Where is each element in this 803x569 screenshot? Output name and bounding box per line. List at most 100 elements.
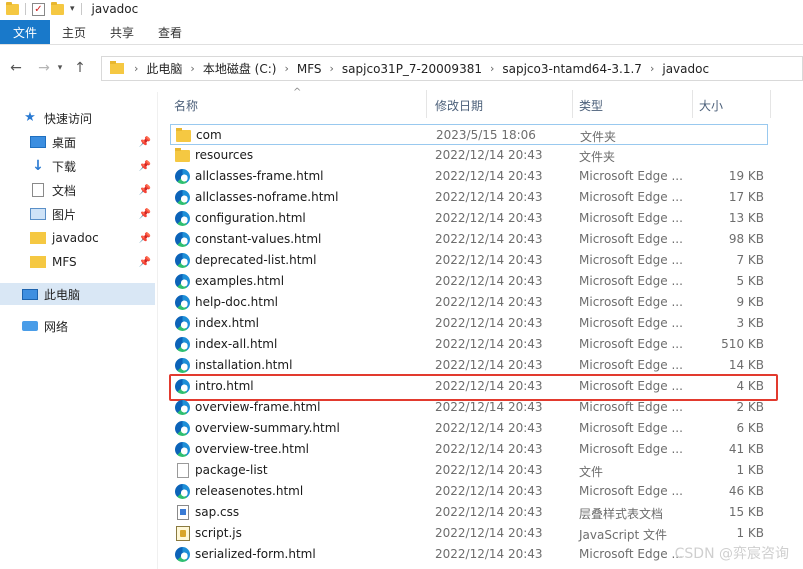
chevron-right-icon[interactable]: › [190,62,194,75]
sidebar-item-mfs[interactable]: MFS 📌 [0,251,155,273]
folder-icon [176,128,191,142]
column-divider[interactable] [572,90,573,118]
chevron-down-icon[interactable]: ▾ [54,63,66,73]
file-row[interactable]: installation.html 2022/12/14 20:43 Microso… [170,355,768,376]
breadcrumb-mfs[interactable]: MFS [297,62,322,76]
file-row[interactable]: overview-frame.html 2022/12/14 20:43 Micro… [170,397,768,418]
tab-share[interactable]: 共享 [98,20,146,44]
sort-ascending-icon: ^ [293,87,302,98]
file-type: Microsoft Edge ... [579,295,683,309]
file-size: 5 KB [736,274,764,288]
file-row[interactable]: sap.css 2022/12/14 20:43 层叠样式表文档 15 KB [170,502,768,523]
column-size[interactable]: 大小 [699,97,723,114]
column-divider[interactable] [426,90,427,118]
file-row[interactable]: overview-summary.html 2022/12/14 20:43 Mic… [170,418,768,439]
file-name: overview-frame.html [195,400,321,414]
js-file-icon [176,526,190,541]
chevron-right-icon[interactable]: › [134,62,138,75]
chevron-right-icon[interactable]: › [490,62,494,75]
folder-icon [110,61,124,74]
file-row[interactable]: package-list 2022/12/14 20:43 文件 1 KB [170,460,768,481]
file-size: 1 KB [736,463,764,477]
file-size: 14 KB [728,358,764,372]
file-name: installation.html [195,358,293,372]
arrow-left-icon[interactable]: ← [6,60,26,76]
sidebar-item-documents[interactable]: 文档 📌 [0,179,155,201]
pin-icon[interactable]: 📌 [139,257,151,268]
file-row[interactable]: index.html 2022/12/14 20:43 Microsoft Edge… [170,313,768,334]
pin-icon[interactable]: 📌 [139,209,151,220]
file-row[interactable]: allclasses-noframe.html 2022/12/14 20:43 M… [170,187,768,208]
arrow-right-icon[interactable]: → [34,60,54,76]
column-date-modified[interactable]: 修改日期 [435,97,483,114]
file-row[interactable]: examples.html 2022/12/14 20:43 Microsoft E… [170,271,768,292]
sidebar-item-this-pc[interactable]: 此电脑 [0,283,155,305]
file-row[interactable]: allclasses-frame.html 2022/12/14 20:43 Mic… [170,166,768,187]
new-folder-icon[interactable] [51,1,64,15]
edge-icon [175,253,190,268]
file-date: 2022/12/14 20:43 [435,295,543,309]
chevron-right-icon[interactable]: › [650,62,654,75]
file-row[interactable]: deprecated-list.html 2022/12/14 20:43 Micr… [170,250,768,271]
sidebar-item-downloads[interactable]: ↓ 下载 📌 [0,155,155,177]
quick-access-dropdown-icon[interactable]: ▾ [70,4,75,14]
pin-icon[interactable]: 📌 [139,137,151,148]
file-date: 2022/12/14 20:43 [435,190,543,204]
column-divider[interactable] [692,90,693,118]
file-row[interactable]: resources 2022/12/14 20:43 文件夹 [170,145,768,166]
arrow-up-icon[interactable]: ↑ [70,60,90,76]
file-type: Microsoft Edge ... [579,190,683,204]
column-divider[interactable] [770,90,771,118]
file-row[interactable]: overview-tree.html 2022/12/14 20:43 Micros… [170,439,768,460]
column-name[interactable]: 名称 [174,97,198,114]
file-row[interactable]: releasenotes.html 2022/12/14 20:43 Microso… [170,481,768,502]
edge-icon [175,421,190,436]
sidebar-item-quick-access[interactable]: ★ 快速访问 [0,107,155,129]
sidebar-item-javadoc[interactable]: javadoc 📌 [0,227,155,249]
file-row[interactable]: constant-values.html 2022/12/14 20:43 Micr… [170,229,768,250]
breadcrumb-sapjco31p[interactable]: sapjco31P_7-20009381 [342,62,482,76]
file-type: Microsoft Edge ... [579,547,683,561]
breadcrumb-this-pc[interactable]: 此电脑 [146,60,182,77]
breadcrumb-javadoc[interactable]: javadoc [662,62,709,76]
file-icon [177,463,189,478]
computer-icon [22,288,38,300]
properties-check-icon[interactable]: ✓ [32,2,45,16]
chevron-right-icon[interactable]: › [330,62,334,75]
sidebar-item-network[interactable]: 网络 [0,315,155,337]
sidebar-item-desktop[interactable]: 桌面 📌 [0,131,155,153]
file-size: 2 KB [736,400,764,414]
pin-icon[interactable]: 📌 [139,161,151,172]
pin-icon[interactable]: 📌 [139,233,151,244]
tab-home[interactable]: 主页 [50,20,98,44]
file-type: Microsoft Edge ... [579,232,683,246]
file-row[interactable]: intro.html 2022/12/14 20:43 Microsoft Edge… [169,374,778,401]
breadcrumb-local-disk[interactable]: 本地磁盘 (C:) [203,60,277,77]
file-size: 7 KB [736,253,764,267]
tab-file[interactable]: 文件 [0,20,50,44]
sidebar-item-pictures[interactable]: 图片 📌 [0,203,155,225]
column-type[interactable]: 类型 [579,97,603,114]
chevron-right-icon[interactable]: › [284,62,288,75]
file-size: 4 KB [736,379,764,393]
title-bar: ✓ ▾ javadoc [0,0,803,18]
file-type: Microsoft Edge ... [579,400,683,414]
file-name: sap.css [195,505,240,519]
file-row[interactable]: com 2023/5/15 18:06 文件夹 [170,124,768,145]
file-row[interactable]: configuration.html 2022/12/14 20:43 Micros… [170,208,768,229]
file-size: 6 KB [736,421,764,435]
file-row[interactable]: index-all.html 2022/12/14 20:43 Microsoft … [170,334,768,355]
address-bar[interactable]: › 此电脑 › 本地磁盘 (C:) › MFS › sapjco31P_7-20… [101,56,803,81]
pin-icon[interactable]: 📌 [139,185,151,196]
file-name: serialized-form.html [195,547,316,561]
column-header: ^ 名称 修改日期 类型 大小 [160,87,803,118]
file-type: 文件夹 [579,150,616,164]
file-row[interactable]: help-doc.html 2022/12/14 20:43 Microsoft E… [170,292,768,313]
file-size: 41 KB [728,442,764,456]
file-name: script.js [195,526,242,540]
file-row[interactable]: script.js 2022/12/14 20:43 JavaScript 文件 1 … [170,523,768,544]
breadcrumb-sapjco3[interactable]: sapjco3-ntamd64-3.1.7 [502,62,642,76]
sidebar-item-label: javadoc [52,231,99,245]
file-type: Microsoft Edge ... [579,274,683,288]
tab-view[interactable]: 查看 [146,20,194,44]
